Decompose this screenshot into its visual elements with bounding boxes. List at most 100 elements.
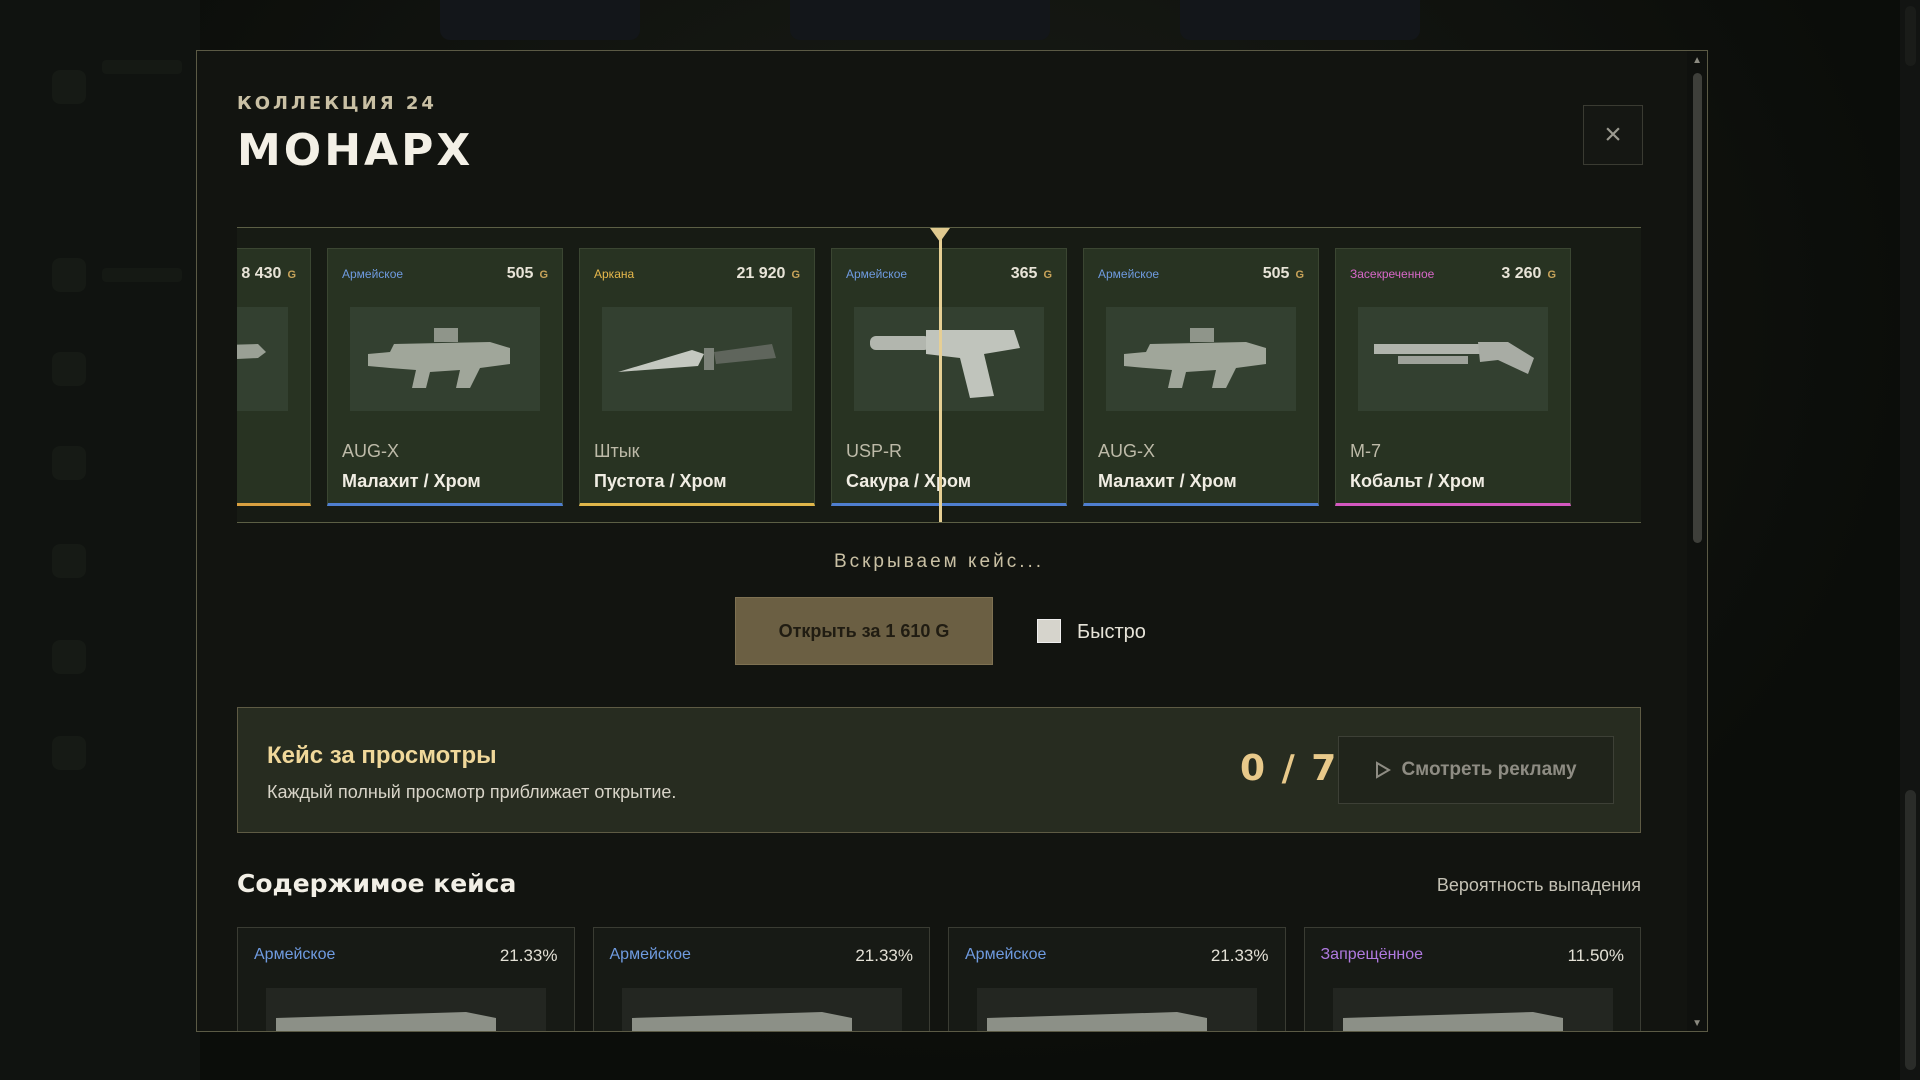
reel-item-card: Аркана 21 920 G Штык Пустота / Хром <box>579 248 815 506</box>
item-skin: Малахит / Хром <box>342 471 481 491</box>
item-skin: Пустота / Хром <box>594 471 727 491</box>
content-rarity: Армейское <box>609 946 691 963</box>
reel-item-card: Засекреченное 3 260 G M-7 Кобальт / Хром <box>1335 248 1571 506</box>
item-rarity: Армейское <box>846 267 908 281</box>
reel-pointer-line <box>939 228 942 522</box>
background-sidebar-icon <box>52 446 86 480</box>
background-sidebar <box>0 0 200 1080</box>
ad-panel-description: Каждый полный просмотр приближает открыт… <box>267 782 677 802</box>
item-price: 505 G <box>1263 265 1304 283</box>
watch-ad-button[interactable]: Смотреть рекламу <box>1338 736 1614 804</box>
play-icon <box>1376 761 1392 779</box>
item-weapon: AUG-X <box>342 441 400 461</box>
content-rarity: Армейское <box>254 946 336 963</box>
modal-scrollbar-thumb[interactable] <box>1693 73 1702 543</box>
item-price-value: 8 430 <box>241 265 282 282</box>
weapon-image-icon <box>1332 988 1613 1031</box>
page-scrollbar[interactable] <box>1900 0 1920 1080</box>
reel-item-card: Армейское 505 G AUG-X Малахит / Хром <box>327 248 563 506</box>
contents-title: Содержимое кейса <box>237 869 517 898</box>
item-price-value: 21 920 <box>736 265 786 282</box>
close-button[interactable]: × <box>1583 105 1643 165</box>
background-sidebar-icon <box>52 544 86 578</box>
fast-checkbox[interactable] <box>1037 619 1061 643</box>
watch-ad-label: Смотреть рекламу <box>1401 759 1577 780</box>
close-icon: × <box>1604 118 1622 151</box>
rifle-icon <box>237 307 288 411</box>
background-banner <box>1180 0 1420 40</box>
content-rarity: Запрещённое <box>1320 946 1424 963</box>
background-sidebar-icon <box>52 640 86 674</box>
item-price: 3 260 G <box>1501 265 1556 283</box>
currency-icon: G <box>539 269 548 281</box>
item-price: 21 920 G <box>737 265 801 283</box>
item-price: 365 G <box>1011 265 1052 283</box>
currency-icon: G <box>791 269 800 281</box>
item-weapon: Штык <box>594 441 640 461</box>
content-probability: 21.33% <box>855 946 913 965</box>
pistol-icon <box>854 307 1044 411</box>
currency-icon: G <box>287 269 296 281</box>
reel-item-card: е8 430Gый след / Хром <box>237 248 311 506</box>
currency-icon: G <box>1547 269 1556 281</box>
fast-label[interactable]: Быстро <box>1077 621 1146 644</box>
item-skin: Кобальт / Хром <box>1350 471 1485 491</box>
item-price-value: 3 260 <box>1501 265 1542 282</box>
background-banner <box>440 0 640 40</box>
page-scrollbar-track-top <box>1905 6 1916 66</box>
scroll-up-icon[interactable]: ▲ <box>1692 55 1702 66</box>
background-sidebar-icon <box>52 736 86 770</box>
reel-item-card: Армейское 505 G AUG-X Малахит / Хром <box>1083 248 1319 506</box>
item-rarity: Засекреченное <box>1350 267 1435 281</box>
background-banner <box>790 0 1050 40</box>
item-price: 505 G <box>507 265 548 283</box>
case-modal: КОЛЛЕКЦИЯ 24 МОНАРХ × е8 430Gый след / Х… <box>196 50 1708 1032</box>
case-title: МОНАРХ <box>237 125 474 176</box>
background-sidebar-text <box>102 60 182 74</box>
modal-scrollbar[interactable]: ▲ ▼ <box>1687 51 1707 1031</box>
background-sidebar-text <box>102 268 182 282</box>
background-sidebar-icon <box>52 352 86 386</box>
case-reel: е8 430Gый след / ХромАрмейское505GAUG-XМ… <box>237 227 1641 523</box>
item-rarity: Аркана <box>594 267 635 281</box>
reel-item-card: Армейское 365 G USP-R Сакура / Хром <box>831 248 1067 506</box>
item-price-value: 505 <box>506 265 534 282</box>
content-card[interactable]: Армейское 21.33% <box>592 927 930 1031</box>
weapon-image-icon <box>621 988 902 1031</box>
content-probability: 11.50% <box>1567 946 1624 965</box>
content-card[interactable]: Армейское 21.33% <box>237 927 575 1031</box>
content-card[interactable]: Армейское 21.33% <box>948 927 1286 1031</box>
item-weapon: AUG-X <box>1098 441 1156 461</box>
currency-icon: G <box>1043 269 1052 281</box>
drop-probability-link[interactable]: Вероятность выпадения <box>1437 875 1641 896</box>
bullpup-rifle-icon <box>1106 307 1296 411</box>
content-rarity: Армейское <box>965 946 1047 963</box>
item-price: 8 430 G <box>241 265 296 283</box>
shotgun-icon <box>1358 307 1548 411</box>
contents-grid: Армейское 21.33% Армейское 21.33% Армейское 2… <box>237 927 1641 1031</box>
page-scrollbar-thumb[interactable] <box>1905 790 1916 1070</box>
reel-pointer-icon <box>930 228 950 242</box>
content-probability: 21.33% <box>499 946 558 965</box>
knife-icon <box>602 307 792 411</box>
item-skin: Малахит / Хром <box>1098 471 1237 491</box>
item-skin: Сакура / Хром <box>846 471 972 491</box>
content-card[interactable]: Запрещённое 11.50% <box>1303 927 1641 1031</box>
item-weapon: USP-R <box>846 441 903 461</box>
scroll-down-icon[interactable]: ▼ <box>1692 1018 1702 1029</box>
weapon-image-icon <box>266 988 546 1031</box>
ad-progress-count: 0 / 7 <box>1240 748 1339 789</box>
item-price-value: 365 <box>1010 265 1038 282</box>
collection-label: КОЛЛЕКЦИЯ 24 <box>237 93 437 114</box>
ad-panel: Кейс за просмотры Каждый полный просмотр… <box>237 707 1641 833</box>
item-weapon: M-7 <box>1350 441 1381 461</box>
content-probability: 21.33% <box>1210 946 1269 965</box>
status-text: Вскрываем кейс... <box>833 551 1045 572</box>
bullpup-rifle-icon <box>350 307 540 411</box>
weapon-image-icon <box>977 988 1257 1031</box>
ad-panel-title: Кейс за просмотры <box>267 742 497 769</box>
background-sidebar-icon <box>52 258 86 292</box>
open-case-button[interactable]: Открыть за 1 610 G <box>735 597 993 665</box>
item-rarity: Армейское <box>1098 267 1160 281</box>
item-rarity: Армейское <box>342 267 404 281</box>
